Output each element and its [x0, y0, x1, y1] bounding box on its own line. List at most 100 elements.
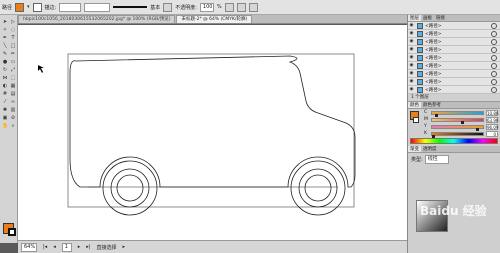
- target-icon[interactable]: [491, 22, 497, 29]
- channel-slider[interactable]: [431, 117, 484, 124]
- tab-color-guide[interactable]: 颜色参考: [421, 102, 443, 108]
- target-icon[interactable]: [491, 46, 497, 53]
- hand-tool-icon[interactable]: ✋: [2, 123, 8, 129]
- eye-icon[interactable]: ◉: [408, 87, 415, 92]
- page-field[interactable]: 1: [61, 242, 72, 252]
- rotate-tool-icon[interactable]: ↻: [2, 67, 8, 73]
- stroke-weight-field[interactable]: [59, 2, 82, 12]
- target-icon[interactable]: [491, 86, 497, 93]
- color-stroke-preview[interactable]: [413, 117, 419, 123]
- prev-page-icon[interactable]: ◂: [53, 244, 56, 250]
- layer-thumbnail: [417, 22, 423, 29]
- layer-row[interactable]: ◉ <路径>: [408, 38, 500, 46]
- pen-tool-icon[interactable]: ✒: [2, 35, 8, 41]
- eraser-tool-icon[interactable]: ▭: [10, 59, 16, 65]
- eye-icon[interactable]: ◉: [408, 63, 415, 68]
- channel-value[interactable]: 96.09: [486, 123, 498, 130]
- zoom-field[interactable]: 64%: [21, 242, 37, 252]
- shape-builder-icon[interactable]: ◐: [2, 83, 8, 89]
- fill-swatch[interactable]: [15, 2, 25, 12]
- opacity-field[interactable]: 100: [199, 2, 214, 12]
- target-icon[interactable]: [491, 62, 497, 69]
- target-icon[interactable]: [491, 70, 497, 77]
- eye-icon[interactable]: ◉: [408, 71, 415, 76]
- eye-icon[interactable]: ◉: [408, 31, 415, 36]
- channel-slider[interactable]: [431, 110, 484, 117]
- scale-tool-icon[interactable]: ⤢: [10, 67, 16, 73]
- brush-tool-icon[interactable]: ✎: [2, 51, 8, 57]
- eye-icon[interactable]: ◉: [408, 55, 415, 60]
- graph-tool-icon[interactable]: ▥: [10, 107, 16, 113]
- layer-row[interactable]: ◉ <路径>: [408, 46, 500, 54]
- style-icon[interactable]: [163, 2, 173, 12]
- transform-icon[interactable]: [248, 2, 258, 12]
- zoom-tool-icon[interactable]: ⌕: [10, 123, 16, 129]
- target-icon[interactable]: [491, 54, 497, 61]
- stroke-color-box[interactable]: [8, 228, 16, 236]
- tab-transparency[interactable]: 透明度: [421, 146, 439, 152]
- tab-untitled-2[interactable]: 未标题-2* @ 64% (CMYK/轮廓): [176, 15, 253, 23]
- type-tool-icon[interactable]: T: [10, 35, 16, 41]
- layer-label: <路径>: [425, 71, 442, 77]
- first-page-icon[interactable]: |◂: [43, 244, 47, 250]
- recolor-icon[interactable]: [224, 2, 234, 12]
- artboard-tool-icon[interactable]: ▣: [2, 115, 8, 121]
- next-page-icon[interactable]: ▸: [78, 244, 81, 250]
- gradient-type-select[interactable]: 线性: [424, 155, 449, 164]
- eye-icon[interactable]: ◉: [408, 39, 415, 44]
- tab-reference-image[interactable]: hbpic100c1056_2018030615532065202.jpg* @…: [18, 15, 176, 23]
- channel-value[interactable]: 0: [486, 130, 498, 137]
- gradient-tool-icon[interactable]: ▤: [10, 91, 16, 97]
- rectangle-tool-icon[interactable]: □: [10, 43, 16, 49]
- layer-row[interactable]: ◉ <路径>: [408, 86, 500, 94]
- layer-row[interactable]: ◉ <路径>: [408, 22, 500, 30]
- width-tool-icon[interactable]: ⋈: [2, 75, 8, 81]
- eye-icon[interactable]: ◉: [408, 23, 415, 28]
- tab-color[interactable]: 颜色: [408, 102, 421, 108]
- layer-row[interactable]: ◉ <路径>: [408, 78, 500, 86]
- tab-links[interactable]: 链接: [434, 15, 447, 21]
- last-page-icon[interactable]: ▸|: [86, 244, 90, 250]
- layer-row[interactable]: ◉ <路径>: [408, 62, 500, 70]
- eye-icon[interactable]: ◉: [408, 47, 415, 52]
- mesh-tool-icon[interactable]: #: [2, 91, 8, 97]
- slice-tool-icon[interactable]: ⊘: [10, 115, 16, 121]
- color-panel: C 10.86 M 63.96 Y 96.09 K0: [408, 109, 500, 138]
- channel-slider[interactable]: [431, 131, 484, 138]
- stroke-swatch[interactable]: [32, 2, 42, 12]
- target-icon[interactable]: [491, 38, 497, 45]
- blend-tool-icon[interactable]: ∞: [10, 99, 16, 105]
- variable-width-field[interactable]: [84, 2, 111, 12]
- layer-row[interactable]: ◉ <路径>: [408, 54, 500, 62]
- channel-value[interactable]: 10.86: [486, 109, 498, 116]
- target-icon[interactable]: [491, 78, 497, 85]
- fill-dropdown-icon[interactable]: ▾: [27, 4, 30, 10]
- symbol-sprayer-icon[interactable]: ✺: [2, 107, 8, 113]
- channel-value[interactable]: 63.96: [486, 116, 498, 123]
- percent-label: %: [216, 4, 222, 10]
- align-icon[interactable]: [236, 2, 246, 12]
- layer-label: <路径>: [425, 55, 442, 61]
- artboard-canvas[interactable]: [18, 25, 407, 240]
- direct-selection-tool-icon[interactable]: ▷: [10, 19, 16, 25]
- status-menu-icon[interactable]: ▸: [122, 244, 125, 250]
- eye-icon[interactable]: ◉: [408, 79, 415, 84]
- eyedropper-icon[interactable]: ⁄: [2, 99, 8, 105]
- layer-row[interactable]: ◉ <路径>: [408, 30, 500, 38]
- layer-row[interactable]: ◉ <路径>: [408, 70, 500, 78]
- line-tool-icon[interactable]: ╲: [2, 43, 8, 49]
- tab-gradient[interactable]: 渐变: [408, 146, 421, 152]
- pencil-tool-icon[interactable]: ✏: [10, 51, 16, 57]
- free-transform-icon[interactable]: ⬚: [10, 75, 16, 81]
- perspective-grid-icon[interactable]: ▦: [10, 83, 16, 89]
- color-spectrum-bar[interactable]: [410, 138, 498, 144]
- channel-slider[interactable]: [431, 124, 484, 131]
- tab-layers[interactable]: 图层: [408, 15, 421, 21]
- tab-artboards[interactable]: 画板: [421, 15, 434, 21]
- magic-wand-icon[interactable]: ✧: [2, 27, 8, 33]
- lasso-icon[interactable]: ◌: [10, 27, 16, 33]
- brush-preview[interactable]: [113, 6, 148, 8]
- blob-brush-icon[interactable]: ●: [2, 59, 8, 65]
- selection-tool-icon[interactable]: ➤: [2, 19, 8, 25]
- target-icon[interactable]: [491, 30, 497, 37]
